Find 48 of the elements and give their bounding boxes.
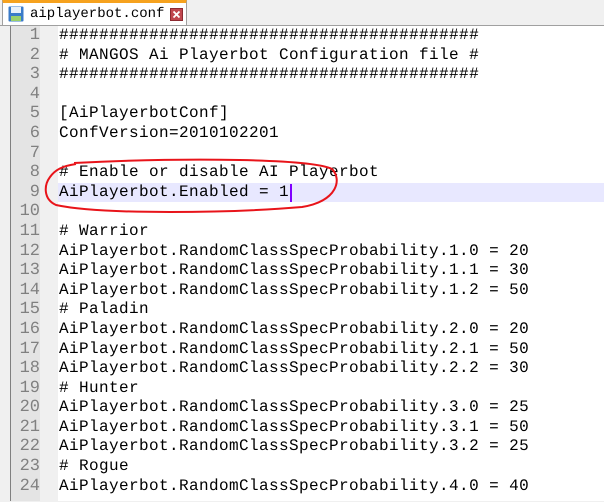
code-line: # Paladin	[59, 300, 150, 320]
line-number: 14	[20, 280, 40, 300]
code-line: # Rogue	[59, 457, 130, 477]
line-number: 7	[30, 144, 40, 163]
line-number: 23	[20, 457, 40, 476]
code-line: AiPlayerbot.RandomClassSpecProbability.1.2 = 50	[59, 280, 530, 300]
line-number: 6	[30, 124, 40, 143]
line-number: 16	[20, 320, 40, 339]
tab-label: aiplayerbot.conf	[30, 6, 164, 22]
code-line: # Hunter	[59, 378, 140, 398]
line-number: 3	[30, 65, 40, 84]
line-number: 24	[20, 476, 40, 496]
code-line: AiPlayerbot.RandomClassSpecProbability.1.0 = 20	[59, 242, 530, 262]
line-number: 22	[20, 437, 40, 456]
file-tab[interactable]: aiplayerbot.conf	[2, 0, 188, 25]
line-number: 2	[30, 46, 40, 65]
code-line: AiPlayerbot.RandomClassSpecProbability.2.1 = 50	[59, 340, 530, 360]
line-number: 12	[20, 242, 40, 261]
line-number: 5	[30, 104, 40, 124]
close-icon[interactable]	[170, 8, 184, 20]
line-number: 19	[20, 378, 40, 398]
code-line: AiPlayerbot.RandomClassSpecProbability.3.2 = 25	[59, 437, 530, 458]
code-line: AiPlayerbot.RandomClassSpecProbability.2.0 = 20	[59, 320, 530, 340]
code-line: AiPlayerbot.RandomClassSpecProbability.3.1 = 50	[59, 418, 530, 438]
line-number: 15	[20, 300, 40, 320]
code-line: ##########################################	[59, 65, 480, 85]
code-line: ##########################################	[59, 26, 480, 46]
line-number: 17	[20, 340, 40, 358]
line-number: 4	[30, 84, 40, 104]
code-line: ConfVersion=2010102201	[59, 124, 280, 144]
line-number: 11	[20, 222, 40, 241]
line-number: 13	[20, 261, 40, 280]
line-number: 10	[20, 202, 40, 222]
line-number: 18	[20, 359, 40, 378]
text-cursor	[290, 184, 292, 202]
code-line: # Warrior	[59, 222, 150, 242]
code-line: [AiPlayerbotConf]	[59, 104, 230, 124]
code-line: AiPlayerbot.RandomClassSpecProbability.1.1 = 30	[59, 261, 530, 281]
code-line: # MANGOS Ai Playerbot Configuration file #	[59, 46, 480, 66]
code-line: AiPlayerbot.RandomClassSpecProbability.3.0 = 25	[59, 398, 530, 418]
code-line: AiPlayerbot.RandomClassSpecProbability.2.2 = 30	[59, 359, 530, 379]
line-number: 21	[20, 418, 40, 437]
line-number: 20	[20, 398, 40, 418]
line-number: 1	[30, 26, 40, 45]
line-number: 9	[30, 182, 40, 202]
code-line: AiPlayerbot.RandomClassSpecProbability.4.0 = 40	[59, 476, 530, 496]
code-line: AiPlayerbot.Enabled = 1	[59, 182, 290, 202]
line-number: 8	[30, 163, 40, 182]
